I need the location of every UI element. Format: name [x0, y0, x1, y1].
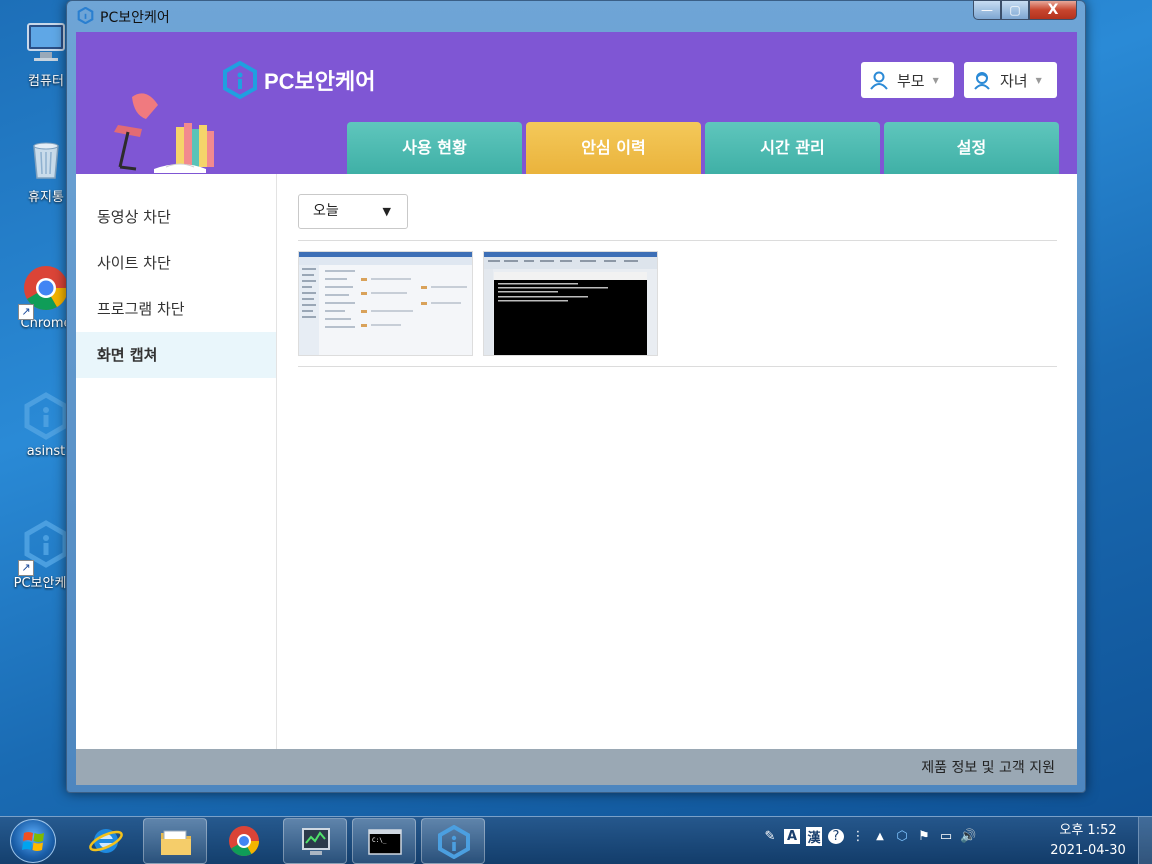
window-controls: — ▢ X: [973, 0, 1077, 20]
taskbar-cmd-button[interactable]: C:\_: [352, 818, 416, 864]
desktop-icon-label: 컴퓨터: [28, 74, 64, 89]
taskbar-explorer-button[interactable]: [143, 818, 207, 864]
app-window: PC보안케어 — ▢ X PC보안케어 부모 ▼ 자녀 ▼ 사용 현황 안심 이…: [66, 0, 1086, 793]
main-content: 오늘 ▼: [278, 174, 1077, 749]
chevron-down-icon: ▼: [932, 75, 939, 85]
clock-date: 2021-04-30: [1050, 843, 1126, 858]
app-header: PC보안케어 부모 ▼ 자녀 ▼ 사용 현황 안심 이력 시간 관리 설정: [76, 32, 1077, 174]
capture-thumbnail[interactable]: [483, 251, 658, 356]
shortcut-arrow-icon: ↗: [18, 560, 34, 576]
file-explorer-icon: [161, 830, 191, 855]
volume-icon[interactable]: 🔊: [960, 829, 976, 844]
app-brand-name: PC보안케어: [264, 69, 376, 94]
app-client-area: PC보안케어 부모 ▼ 자녀 ▼ 사용 현황 안심 이력 시간 관리 설정 동영…: [76, 32, 1077, 785]
parent-user-icon: [870, 71, 888, 90]
taskbar-task-manager-button[interactable]: [283, 818, 347, 864]
parent-user-label: 부모: [897, 71, 925, 90]
divider: [298, 366, 1057, 367]
recycle-bin-icon: [33, 142, 59, 179]
maximize-button[interactable]: ▢: [1001, 0, 1029, 20]
tray-pen-icon[interactable]: ✎: [762, 829, 778, 844]
sidebar-item-video-block[interactable]: 동영상 차단: [76, 194, 276, 240]
computer-icon: [27, 23, 65, 61]
taskbar-pc-security-care-button[interactable]: [421, 818, 485, 864]
chrome-icon: [229, 826, 259, 857]
taskbar-clock[interactable]: 오후 1:52 2021-04-30: [1040, 821, 1136, 861]
tray-help-icon[interactable]: ?: [828, 829, 844, 844]
desktop-icon-label: asinst: [26, 444, 66, 459]
capture-thumbnail[interactable]: [298, 251, 473, 356]
caret-down-icon: ▼: [382, 205, 391, 218]
shortcut-arrow-icon: ↗: [18, 304, 34, 320]
tab-usage-status[interactable]: 사용 현황: [347, 122, 522, 174]
desktop-icon-label: 휴지통: [28, 190, 64, 205]
sidebar: 동영상 차단 사이트 차단 프로그램 차단 화면 캡쳐: [76, 174, 277, 749]
pc-security-care-icon: [438, 825, 470, 859]
logo-hexagon-icon: [223, 61, 257, 99]
window-title: PC보안케어: [100, 10, 170, 26]
show-hidden-icons-icon[interactable]: ▲: [872, 831, 888, 842]
show-desktop-button[interactable]: [1138, 817, 1152, 864]
taskbar: C:\_ ✎ A 漢 ? ⋮ ▲ ⬡ ⚑ ▭ 🔊 오후 1:52 2021-04…: [0, 816, 1152, 864]
start-button[interactable]: [10, 819, 56, 863]
windows-logo-icon: [22, 832, 44, 851]
svg-text:C:\_: C:\_: [372, 837, 387, 844]
system-tray: ✎ A 漢 ? ⋮ ▲ ⬡ ⚑ ▭ 🔊: [762, 827, 976, 846]
tab-time-management[interactable]: 시간 관리: [705, 122, 880, 174]
product-info-support-link[interactable]: 제품 정보 및 고객 지원: [921, 757, 1055, 777]
tray-ime-mode-icon[interactable]: A: [784, 829, 800, 844]
network-icon[interactable]: ▭: [938, 829, 954, 844]
action-center-flag-icon[interactable]: ⚑: [916, 829, 932, 844]
capture-image-explorer: [299, 252, 472, 355]
clock-time: 오후 1:52: [1059, 823, 1117, 838]
desk-lamp-books-illustration: [114, 93, 214, 173]
app-title-icon: [77, 7, 94, 24]
child-user-icon: [974, 72, 990, 90]
parent-user-dropdown[interactable]: 부모 ▼: [861, 62, 954, 98]
sidebar-item-screen-capture[interactable]: 화면 캡쳐: [76, 332, 276, 378]
divider: [298, 240, 1057, 241]
tray-pc-security-care-icon[interactable]: ⬡: [894, 829, 910, 844]
tab-settings[interactable]: 설정: [884, 122, 1059, 174]
capture-image-console: [484, 252, 657, 355]
taskbar-ie-button[interactable]: [74, 818, 138, 864]
internet-explorer-icon: [89, 829, 123, 853]
tray-hanja-icon[interactable]: 漢: [806, 827, 822, 846]
date-filter-value: 오늘: [313, 203, 339, 219]
date-filter-select[interactable]: 오늘 ▼: [298, 194, 408, 229]
asinst-icon: [24, 392, 68, 440]
close-button[interactable]: X: [1029, 0, 1077, 20]
child-user-dropdown[interactable]: 자녀 ▼: [964, 62, 1057, 98]
tray-options-icon[interactable]: ⋮: [850, 829, 866, 844]
app-logo: PC보안케어: [222, 61, 376, 99]
sidebar-item-site-block[interactable]: 사이트 차단: [76, 240, 276, 286]
command-prompt-icon: C:\_: [368, 829, 402, 855]
tab-safe-history[interactable]: 안심 이력: [526, 122, 701, 174]
chevron-down-icon: ▼: [1035, 75, 1042, 85]
taskbar-chrome-button[interactable]: [212, 818, 276, 864]
app-footer: 제품 정보 및 고객 지원: [76, 749, 1077, 785]
task-manager-icon: [302, 828, 330, 855]
child-user-label: 자녀: [1000, 71, 1028, 90]
minimize-button[interactable]: —: [973, 0, 1001, 20]
sidebar-item-program-block[interactable]: 프로그램 차단: [76, 286, 276, 332]
window-titlebar[interactable]: PC보안케어 — ▢ X: [67, 0, 1085, 31]
